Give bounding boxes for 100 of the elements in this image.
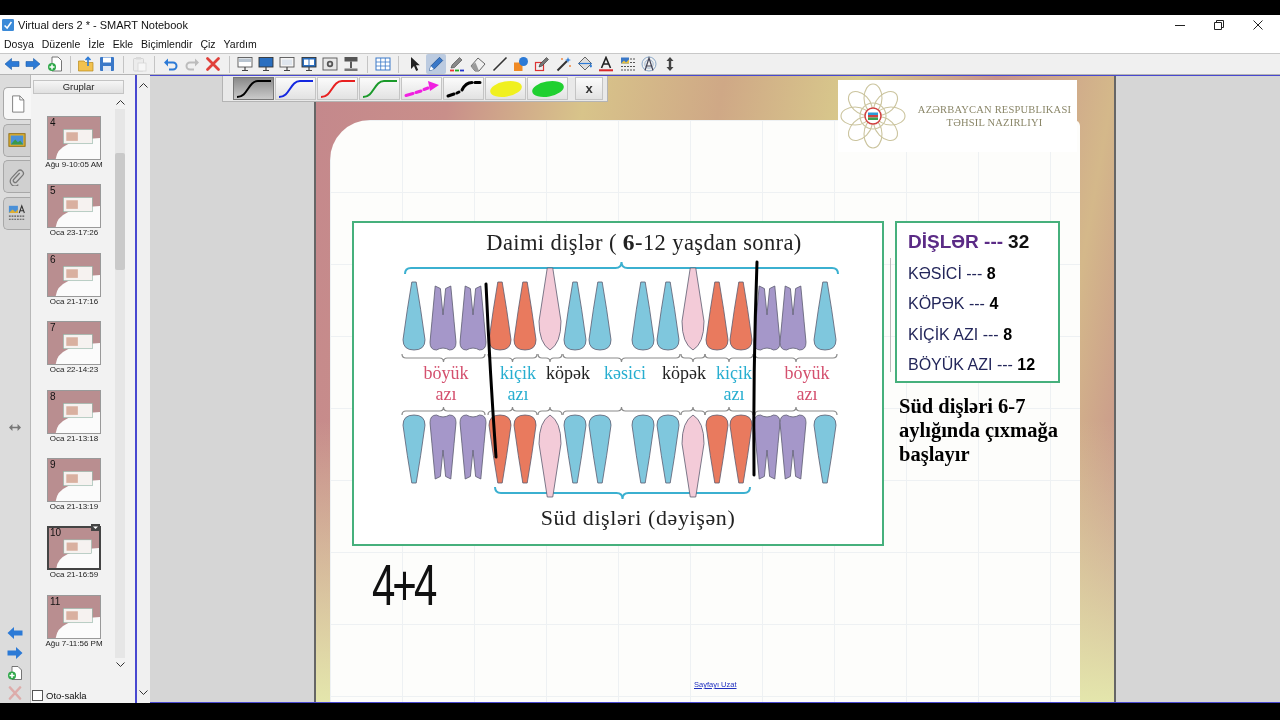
menu-item[interactable]: İzle — [88, 38, 105, 50]
page-thumbnail[interactable] — [47, 594, 101, 639]
page-thumbnail[interactable] — [47, 526, 101, 571]
page-thumbnail[interactable] — [47, 116, 101, 160]
arrow-right-icon[interactable] — [25, 56, 42, 72]
menu-item[interactable]: Çiz — [200, 38, 216, 50]
summary-total: 32 — [1008, 231, 1030, 253]
page-date: Ağu 7-11:56 PM — [44, 638, 104, 648]
image-text-icon — [8, 204, 26, 222]
undo-icon[interactable] — [162, 56, 179, 72]
ministry-name: TƏHSIL NAZIRLIYI — [946, 116, 1043, 129]
page-date: Oca 21-13:18 — [48, 433, 100, 443]
tooth-label: kiçik azı — [500, 363, 536, 405]
monitor-icon[interactable] — [236, 56, 253, 72]
summary-row-text: KÖPƏK --- 4 — [908, 294, 1000, 314]
page-number: 7 — [50, 322, 56, 334]
checkbox[interactable] — [32, 690, 43, 701]
page-number: 4 — [50, 117, 56, 128]
tooth-label: böyük azı — [423, 363, 469, 405]
page-date: Oca 21-16:59 — [48, 570, 100, 580]
menu-item[interactable]: Biçimlendir — [141, 38, 193, 50]
scrollbar[interactable] — [135, 75, 150, 703]
line-icon[interactable] — [491, 56, 508, 72]
eraser-icon[interactable] — [470, 56, 487, 72]
diagram-caption: Süd dişləri (dəyişən) — [540, 505, 736, 530]
monitor-icon[interactable] — [279, 56, 296, 72]
pencil-icon[interactable] — [449, 56, 466, 72]
caret-down-icon[interactable] — [115, 662, 125, 667]
summary-row-text: KƏSİCİ --- 8 — [908, 263, 997, 284]
sidebar-tab[interactable] — [3, 87, 31, 120]
arrow-left-icon[interactable] — [4, 56, 20, 72]
page-thumbnail[interactable] — [47, 252, 101, 297]
groups-button[interactable]: Gruplar — [33, 80, 124, 94]
menu-item[interactable]: Düzenle — [41, 38, 81, 50]
diagram-title: Daimi dişlər ( 6-12 yaşdan sonra) — [486, 230, 802, 255]
page-thumbnail[interactable] — [47, 184, 101, 229]
image-icon — [8, 131, 26, 149]
scrollbar-thumb[interactable] — [115, 153, 125, 270]
caret-up-icon[interactable] — [115, 100, 125, 105]
handwritten-text: 4+4 — [372, 558, 435, 615]
tooth-label: kiçik azı — [716, 363, 752, 405]
page-plus-icon[interactable] — [7, 666, 23, 680]
scrollbar[interactable] — [115, 109, 125, 658]
tooth-label: böyük azı — [784, 363, 830, 405]
page-number: 5 — [50, 185, 56, 197]
pen-icon[interactable] — [425, 54, 446, 74]
close-icon[interactable] — [1253, 20, 1263, 30]
camera-icon[interactable] — [322, 56, 339, 72]
page-thumbnail[interactable] — [47, 321, 101, 366]
note-text: Süd dişləri 6-7 aylığında çıxmağa başlayır — [899, 394, 1059, 466]
minimize-icon[interactable] — [1175, 24, 1185, 26]
page-date: Ağu 9-10:05 AM — [44, 160, 104, 169]
page-thumbnail[interactable] — [47, 389, 101, 434]
page-number: 11 — [50, 595, 61, 607]
image-text-icon[interactable] — [619, 56, 636, 72]
page-plus-icon[interactable] — [46, 56, 63, 72]
arrow-left-icon[interactable] — [7, 626, 23, 640]
maximize-icon[interactable] — [1214, 20, 1224, 30]
arrow-right-icon[interactable] — [7, 646, 23, 660]
paperclip-icon — [8, 167, 26, 186]
wand-icon[interactable] — [555, 56, 572, 72]
page-number: 8 — [50, 390, 56, 402]
page-number: 10 — [50, 527, 62, 539]
sidebar-tab[interactable] — [3, 123, 30, 157]
summary-title: DİŞLƏR --- — [908, 231, 1004, 253]
menu-item[interactable]: Dosya — [4, 38, 34, 50]
dropdown-caret-icon[interactable] — [91, 524, 100, 532]
page-thumbnail[interactable] — [47, 457, 101, 502]
caret-down-icon[interactable] — [139, 690, 148, 695]
tooth-label: kəsici — [604, 363, 646, 384]
resize-arrows-icon[interactable] — [9, 424, 21, 431]
monitor-icon[interactable] — [300, 56, 317, 72]
monitor-icon[interactable] — [258, 56, 275, 72]
checkbox-label[interactable]: Oto-sakla — [46, 690, 87, 701]
close-button[interactable]: x — [575, 77, 603, 100]
page-number: 9 — [50, 458, 56, 470]
page-date: Oca 22-14:23 — [48, 365, 100, 375]
tooth-label: köpək — [662, 363, 706, 384]
cross-icon[interactable] — [205, 56, 222, 72]
menu-item[interactable]: Ekle — [112, 38, 134, 50]
summary-row-text: KİÇİK AZI --- 8 — [908, 324, 1014, 345]
text-icon[interactable] — [598, 56, 615, 72]
page-number: 6 — [50, 253, 56, 265]
sidebar-tab[interactable] — [3, 196, 30, 230]
folder-icon[interactable] — [78, 56, 95, 72]
sidebar-tab[interactable] — [3, 160, 30, 193]
tooth-label: köpək — [546, 363, 590, 384]
document-camera-icon[interactable] — [343, 56, 360, 72]
summary-row-text: BÖYÜK AZI --- 12 — [908, 355, 1037, 375]
menu-item[interactable]: Yardım — [223, 38, 257, 50]
ministry-name: AZƏRBAYCAN RESPUBLIKASI — [917, 103, 1072, 116]
caret-up-icon[interactable] — [139, 83, 148, 88]
shapes-icon[interactable] — [513, 56, 529, 72]
page-date: Oca 21-13:19 — [48, 501, 100, 511]
circle-letter-icon[interactable] — [640, 56, 657, 72]
page-date: Oca 21-17:16 — [48, 296, 100, 306]
table-icon[interactable] — [374, 56, 391, 72]
page-date: Oca 23-17:26 — [48, 228, 100, 238]
bucket-icon[interactable] — [576, 56, 593, 72]
pen-icon[interactable] — [534, 56, 551, 72]
